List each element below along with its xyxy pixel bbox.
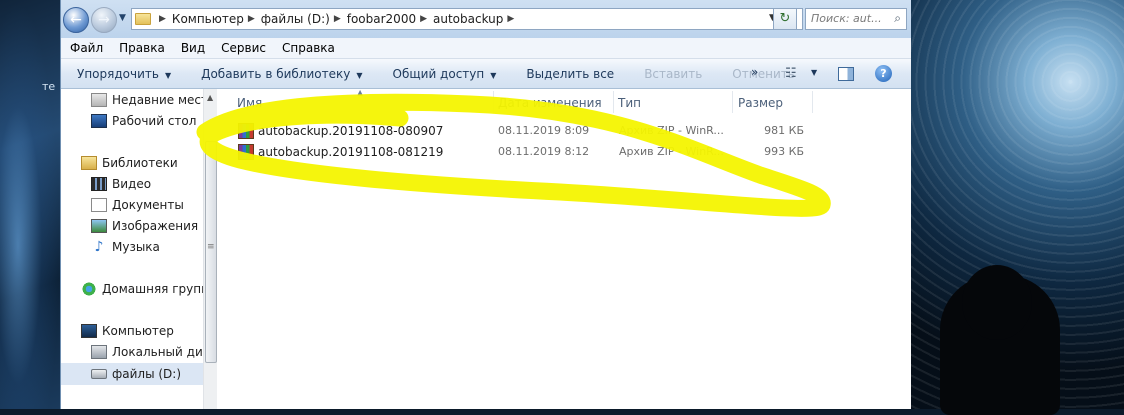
column-header-type[interactable]: Тип: [618, 96, 641, 110]
chevron-right-icon: ▶: [247, 14, 255, 24]
help-icon[interactable]: ?: [875, 65, 892, 82]
file-name: autobackup.20191108-081219: [258, 145, 444, 159]
history-dropdown[interactable]: ▼: [119, 13, 126, 23]
music-icon: ♪: [94, 239, 104, 255]
column-divider[interactable]: [812, 91, 813, 113]
nav-item-music[interactable]: ♪ Музыка: [91, 240, 160, 254]
nav-item-drive-d[interactable]: файлы (D:): [61, 363, 203, 385]
nav-item-images[interactable]: Изображения: [91, 219, 198, 233]
documents-icon: [91, 198, 107, 212]
column-divider[interactable]: [613, 91, 614, 113]
menu-bar: Файл Правка Вид Сервис Справка: [61, 38, 911, 59]
winrar-archive-icon: [238, 123, 254, 139]
organize-button[interactable]: Упорядочить ▼: [77, 67, 171, 81]
explorer-window: ← → ▼ ▶ Компьютер ▶ файлы (D:) ▶ foobar2…: [60, 0, 911, 409]
file-list: ▲ Имя Дата изменения Тип Размер autoback…: [221, 88, 911, 409]
chevron-down-icon: ▼: [356, 70, 363, 80]
column-divider[interactable]: [732, 91, 733, 113]
column-header-name[interactable]: Имя: [237, 96, 262, 110]
more-commands-button[interactable]: »: [751, 65, 758, 79]
homegroup-icon: [81, 282, 97, 296]
navigation-pane: Недавние места Рабочий стол Библиотеки В…: [61, 89, 203, 409]
breadcrumb-foobar[interactable]: ▶ foobar2000: [330, 12, 416, 26]
search-input[interactable]: Поиск: aut... ⌕: [805, 8, 907, 30]
file-size: 993 КБ: [764, 145, 804, 158]
file-date: 08.11.2019 8:09: [498, 124, 590, 137]
images-icon: [91, 219, 107, 233]
file-type: Архив ZIP - WinR...: [619, 124, 724, 137]
video-icon: [91, 177, 107, 191]
nav-item-desktop[interactable]: Рабочий стол: [91, 114, 196, 128]
libraries-icon: [81, 156, 97, 170]
nav-item-recent[interactable]: Недавние места: [91, 93, 203, 107]
column-header-date[interactable]: Дата изменения: [498, 96, 602, 110]
preview-pane-icon[interactable]: [838, 67, 854, 81]
search-icon: ⌕: [894, 11, 901, 25]
breadcrumb-autobackup[interactable]: ▶ autobackup ▶: [416, 12, 520, 26]
chevron-right-icon: ▶: [420, 14, 428, 24]
refresh-button[interactable]: ↻: [773, 8, 797, 30]
column-header-size[interactable]: Размер: [738, 96, 783, 110]
address-bar[interactable]: ▶ Компьютер ▶ файлы (D:) ▶ foobar2000 ▶ …: [131, 8, 803, 30]
nav-item-computer[interactable]: Компьютер: [81, 324, 174, 338]
nav-item-homegroup[interactable]: Домашняя группа: [81, 282, 203, 296]
menu-file[interactable]: Файл: [70, 41, 103, 55]
command-bar: Упорядочить ▼ Добавить в библиотеку ▼ Общи…: [61, 59, 911, 89]
chevron-right-icon: ▶: [333, 14, 341, 24]
forward-arrow-icon: →: [98, 12, 110, 28]
nav-item-documents[interactable]: Документы: [91, 198, 184, 212]
forward-button[interactable]: →: [91, 7, 117, 33]
folder-icon: [135, 13, 151, 25]
back-button[interactable]: ←: [63, 7, 89, 33]
hard-drive-icon: [91, 369, 107, 379]
wallpaper-silhouette: [940, 265, 1060, 415]
back-arrow-icon: ←: [70, 12, 82, 28]
nav-item-libraries[interactable]: Библиотеки: [81, 156, 178, 170]
file-size: 981 КБ: [764, 124, 804, 137]
share-button[interactable]: Общий доступ ▼: [393, 67, 497, 81]
views-icon[interactable]: ☷: [785, 66, 797, 81]
breadcrumb-drive[interactable]: ▶ файлы (D:): [244, 12, 330, 26]
nav-item-local-disk[interactable]: Локальный диск: [91, 345, 203, 359]
chevron-right-icon: ▶: [507, 14, 515, 24]
menu-edit[interactable]: Правка: [119, 41, 165, 55]
chevron-down-icon: ▼: [490, 70, 497, 80]
recent-places-icon: [91, 93, 107, 107]
file-name: autobackup.20191108-080907: [258, 124, 444, 138]
file-type: Архив ZIP - WinR...: [619, 145, 724, 158]
refresh-icon: ↻: [779, 11, 791, 26]
winrar-archive-icon: [238, 144, 254, 160]
hard-drive-icon: [91, 345, 107, 359]
add-to-library-button[interactable]: Добавить в библиотеку ▼: [201, 67, 362, 81]
address-row: ← → ▼ ▶ Компьютер ▶ файлы (D:) ▶ foobar2…: [61, 0, 911, 38]
computer-icon: [81, 324, 97, 338]
file-date: 08.11.2019 8:12: [498, 145, 590, 158]
desktop-wallpaper-left: [0, 0, 60, 409]
paste-button[interactable]: Вставить: [644, 67, 702, 81]
select-all-button[interactable]: Выделить все: [526, 67, 614, 81]
navigation-scrollbar[interactable]: ▲: [203, 89, 217, 409]
nav-item-video[interactable]: Видео: [91, 177, 151, 191]
scrollbar-thumb[interactable]: [205, 141, 217, 363]
chevron-right-icon: ▶: [159, 14, 166, 24]
desktop-icon: [91, 114, 107, 128]
menu-help[interactable]: Справка: [282, 41, 335, 55]
file-row[interactable]: autobackup.20191108-081219 08.11.2019 8:…: [235, 142, 835, 163]
chevron-down-icon: ▼: [164, 70, 172, 80]
desktop-icon-label: те: [42, 80, 56, 93]
chevron-down-icon[interactable]: ▼: [811, 68, 817, 77]
file-row[interactable]: autobackup.20191108-080907 08.11.2019 8:…: [235, 121, 835, 142]
sort-ascending-icon: ▲: [357, 88, 364, 97]
menu-tools[interactable]: Сервис: [221, 41, 266, 55]
breadcrumb-computer[interactable]: ▶ Компьютер: [155, 12, 244, 26]
menu-view[interactable]: Вид: [181, 41, 205, 55]
scroll-up-icon[interactable]: ▲: [207, 93, 213, 102]
column-divider[interactable]: [493, 91, 494, 113]
